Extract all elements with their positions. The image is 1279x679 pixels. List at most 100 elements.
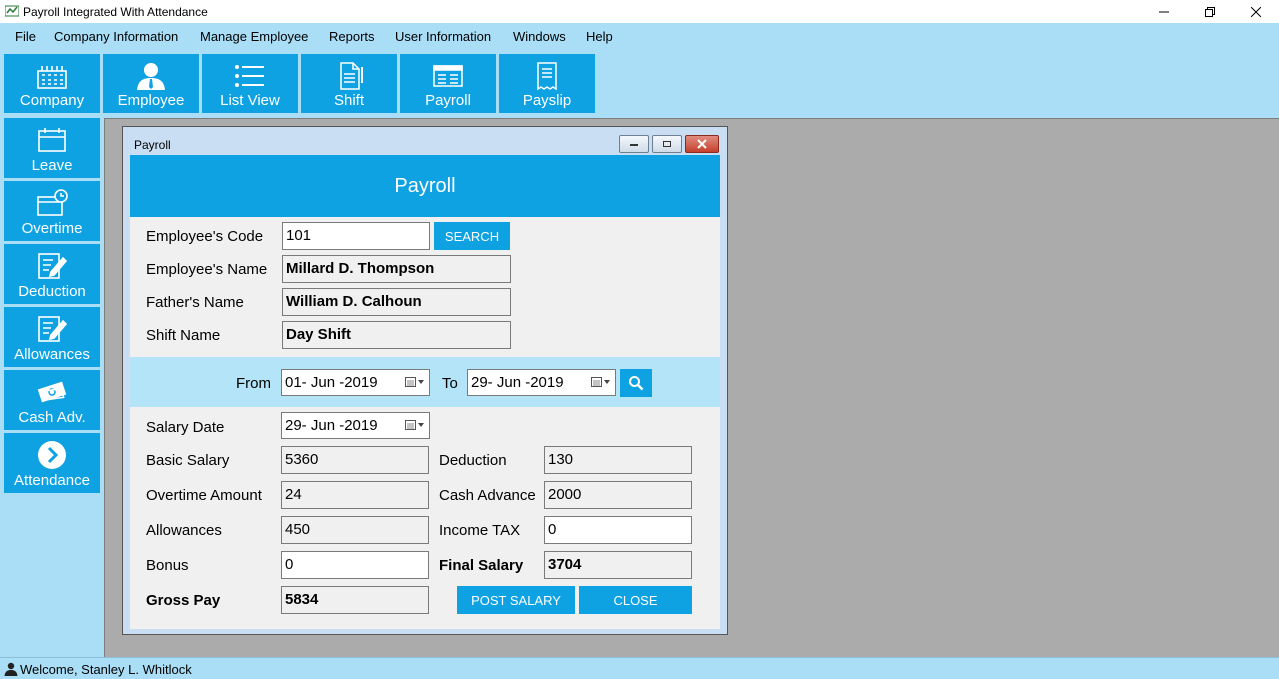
restore-icon (663, 141, 671, 147)
sidebar-leave-button[interactable]: Leave (4, 118, 100, 178)
payroll-window: Payroll Payroll Employee's Code 101 SEAR… (122, 126, 728, 635)
sidebar-deduction-label: Deduction (18, 283, 86, 300)
user-icon (4, 662, 18, 676)
minimize-icon (630, 144, 638, 146)
sidebar-leave-label: Leave (31, 157, 73, 174)
income-tax-label: Income TAX (439, 522, 521, 539)
app-icon (5, 5, 19, 17)
menu-help[interactable]: Help (586, 29, 613, 44)
calendar-dropdown-icon (591, 377, 610, 387)
close-window-button[interactable] (1233, 0, 1279, 23)
payslip-icon (537, 62, 557, 91)
allowances-field: 450 (281, 516, 429, 544)
window-title: Payroll Integrated With Attendance (23, 5, 208, 19)
bonus-input[interactable]: 0 (281, 551, 429, 579)
father-name-label: Father's Name (146, 294, 244, 311)
date-search-button[interactable] (620, 369, 652, 397)
from-date-value: 01- Jun -2019 (285, 374, 378, 391)
toolbar-list-view-label: List View (220, 92, 280, 109)
minimize-button[interactable] (1141, 0, 1187, 23)
payroll-window-title: Payroll (134, 138, 171, 152)
salary-date-picker[interactable]: 29- Jun -2019 (281, 412, 430, 439)
from-label: From (236, 375, 271, 392)
toolbar-employee-button[interactable]: Employee (103, 54, 199, 113)
toolbar-payslip-label: Payslip (522, 92, 572, 109)
status-bar: Welcome, Stanley L. Whitlock (0, 657, 1279, 679)
deduction-field: 130 (544, 446, 692, 474)
sidebar-attendance-button[interactable]: Attendance (4, 433, 100, 493)
title-bar: Payroll Integrated With Attendance (0, 0, 1279, 23)
menu-reports[interactable]: Reports (329, 29, 375, 44)
toolbar-company-label: Company (19, 92, 85, 109)
clock-calendar-icon (37, 189, 68, 216)
sidebar-allowances-button[interactable]: Allowances (4, 307, 100, 367)
menu-manage-employee[interactable]: Manage Employee (200, 29, 308, 44)
close-icon (1251, 6, 1261, 17)
overtime-amount-field: 24 (281, 481, 429, 509)
toolbar-payroll-button[interactable]: Payroll (400, 54, 496, 113)
chevron-circle-icon (38, 441, 66, 469)
employee-icon (137, 63, 165, 90)
cash-advance-field: 2000 (544, 481, 692, 509)
edit-document-icon (38, 316, 68, 342)
final-salary-field: 3704 (544, 551, 692, 579)
restore-button[interactable] (1187, 0, 1233, 23)
toolbar-list-view-button[interactable]: List View (202, 54, 298, 113)
cash-advance-label: Cash Advance (439, 487, 536, 504)
sidebar-overtime-button[interactable]: Overtime (4, 181, 100, 241)
cash-icon (37, 381, 67, 403)
bonus-label: Bonus (146, 557, 189, 574)
employee-name-label: Employee's Name (146, 261, 268, 278)
child-restore-button[interactable] (652, 135, 682, 153)
employee-code-input[interactable]: 101 (282, 222, 430, 250)
salary-date-value: 29- Jun -2019 (285, 417, 378, 434)
sidebar-deduction-button[interactable]: Deduction (4, 244, 100, 304)
shift-name-label: Shift Name (146, 327, 221, 344)
list-icon (235, 65, 264, 87)
sidebar-cash-advance-label: Cash Adv. (18, 409, 86, 426)
toolbar-shift-label: Shift (333, 92, 364, 109)
close-icon (697, 139, 707, 149)
toolbar-payroll-label: Payroll (425, 92, 471, 109)
to-date-picker[interactable]: 29- Jun -2019 (467, 369, 616, 396)
shift-document-icon (340, 62, 363, 90)
search-icon (629, 376, 644, 391)
toolbar-payslip-button[interactable]: Payslip (499, 54, 595, 113)
sidebar-cash-advance-button[interactable]: Cash Adv. (4, 370, 100, 430)
payroll-card-icon (433, 65, 463, 87)
to-label: To (442, 375, 458, 392)
minimize-icon (1159, 11, 1169, 12)
toolbar-employee-label: Employee (117, 92, 185, 109)
deduction-label: Deduction (439, 452, 507, 469)
search-button[interactable]: SEARCH (434, 222, 510, 250)
sidebar-allowances-label: Allowances (14, 346, 90, 363)
shift-name-field: Day Shift (282, 321, 511, 349)
restore-icon (1205, 6, 1215, 17)
allowances-label: Allowances (146, 522, 222, 539)
income-tax-input[interactable]: 0 (544, 516, 692, 544)
salary-date-label: Salary Date (146, 419, 225, 436)
final-salary-label: Final Salary (439, 557, 524, 574)
close-button[interactable]: CLOSE (579, 586, 692, 614)
basic-salary-label: Basic Salary (146, 452, 230, 469)
menu-file[interactable]: File (15, 29, 36, 44)
to-date-value: 29- Jun -2019 (471, 374, 564, 391)
menu-company-information[interactable]: Company Information (54, 29, 178, 44)
calendar-dropdown-icon (405, 420, 424, 430)
calendar-icon (38, 128, 66, 152)
menu-windows[interactable]: Windows (513, 29, 566, 44)
child-minimize-button[interactable] (619, 135, 649, 153)
overtime-amount-label: Overtime Amount (146, 487, 262, 504)
child-close-button[interactable] (685, 135, 719, 153)
menu-user-information[interactable]: User Information (395, 29, 491, 44)
toolbar-company-button[interactable]: Company (4, 54, 100, 113)
sidebar-overtime-label: Overtime (21, 220, 83, 237)
building-icon (37, 66, 67, 89)
calendar-dropdown-icon (405, 377, 424, 387)
from-date-picker[interactable]: 01- Jun -2019 (281, 369, 430, 396)
gross-pay-field: 5834 (281, 586, 429, 614)
toolbar-shift-button[interactable]: Shift (301, 54, 397, 113)
payroll-form: Payroll Employee's Code 101 SEARCH Emplo… (130, 155, 720, 629)
employee-code-label: Employee's Code (146, 228, 264, 245)
post-salary-button[interactable]: POST SALARY (457, 586, 575, 614)
